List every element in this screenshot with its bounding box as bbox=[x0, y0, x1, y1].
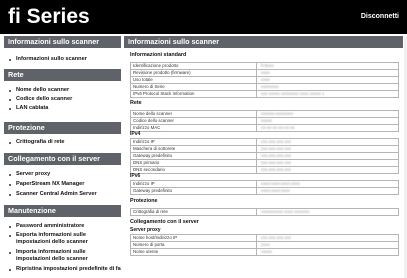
sidebar: Informazioni sullo scanner Informazioni … bbox=[4, 36, 121, 278]
logout-link[interactable]: Disconnetti bbox=[361, 12, 399, 22]
sidebar-item-import-settings[interactable]: Importa informazioni sulle impostazioni … bbox=[4, 249, 121, 263]
sidebar-item-scanner-code[interactable]: Codice dello scanner bbox=[4, 96, 121, 103]
bullet-icon bbox=[9, 235, 11, 237]
bullet-icon bbox=[9, 269, 11, 271]
bullet-icon bbox=[9, 90, 11, 92]
bullet-icon bbox=[9, 108, 11, 110]
app-title: fi Series bbox=[8, 5, 90, 28]
bullet-icon bbox=[9, 142, 11, 144]
subgroup-title-ipv4: IPv4 bbox=[130, 131, 141, 137]
sidebar-section-rete: Rete bbox=[4, 69, 121, 81]
group-title-protezione: Protezione bbox=[130, 198, 158, 204]
sidebar-item-lan[interactable]: LAN cablata bbox=[4, 105, 121, 112]
subgroup-title-ipv6: IPv6 bbox=[130, 173, 141, 179]
sidebar-item-network-encryption[interactable]: Crittografia di rete bbox=[4, 139, 121, 146]
bullet-icon bbox=[9, 184, 11, 186]
sidebar-item-reset-defaults[interactable]: Ripristina impostazioni predefinite di f… bbox=[4, 266, 121, 273]
table-row: DNS secondario xxx.xxx.xxx.xxx bbox=[130, 166, 399, 174]
sidebar-item-nx-manager[interactable]: PaperStream NX Manager bbox=[4, 181, 121, 188]
sidebar-section-scanner-info: Informazioni sullo scanner bbox=[4, 36, 121, 48]
group-title-rete: Rete bbox=[130, 100, 142, 106]
bullet-icon bbox=[9, 252, 11, 254]
bullet-icon bbox=[9, 59, 11, 61]
bullet-icon bbox=[9, 226, 11, 228]
sidebar-item-central-admin[interactable]: Scanner Central Admin Server bbox=[4, 191, 121, 198]
table-row: Indirizzo MAC xx-xx-xx-xx-xx-xx bbox=[130, 124, 399, 132]
sidebar-item-scanner-info[interactable]: Informazioni sullo scanner bbox=[4, 56, 121, 63]
table-row: Nome utente xxxxx bbox=[130, 248, 399, 256]
table-row: Gateway predefinito xxxx:xxxx:xxxx bbox=[130, 187, 399, 195]
subgroup-title-proxy: Server proxy bbox=[130, 227, 161, 233]
bullet-icon bbox=[9, 174, 11, 176]
table-row: IPv6 Protocol Stack Information xxx xxxxx… bbox=[130, 90, 399, 98]
group-title-collegamento: Collegamento con il server bbox=[130, 219, 199, 225]
main-panel: Informazioni sullo scanner Informazioni … bbox=[124, 36, 403, 278]
app-header: fi Series Disconnetti bbox=[0, 0, 407, 34]
sidebar-item-export-settings[interactable]: Esporta informazioni sulle impostazioni … bbox=[4, 232, 121, 246]
sidebar-section-manutenzione: Manutenzione bbox=[4, 205, 121, 217]
bullet-icon bbox=[9, 194, 11, 196]
sidebar-item-scanner-name[interactable]: Nome dello scanner bbox=[4, 87, 121, 94]
bullet-icon bbox=[9, 99, 11, 101]
group-title-standard: Informazioni standard bbox=[130, 52, 187, 58]
sidebar-section-protezione: Protezione bbox=[4, 122, 121, 134]
sidebar-item-proxy[interactable]: Server proxy bbox=[4, 171, 121, 178]
sidebar-item-admin-password[interactable]: Password amministratore bbox=[4, 223, 121, 230]
page-title: Informazioni sullo scanner bbox=[124, 36, 403, 48]
sidebar-section-server: Collegamento con il server bbox=[4, 153, 121, 165]
table-row: Crittografia di rete xxxxxxxxxx xxxx xxxx… bbox=[130, 208, 399, 216]
